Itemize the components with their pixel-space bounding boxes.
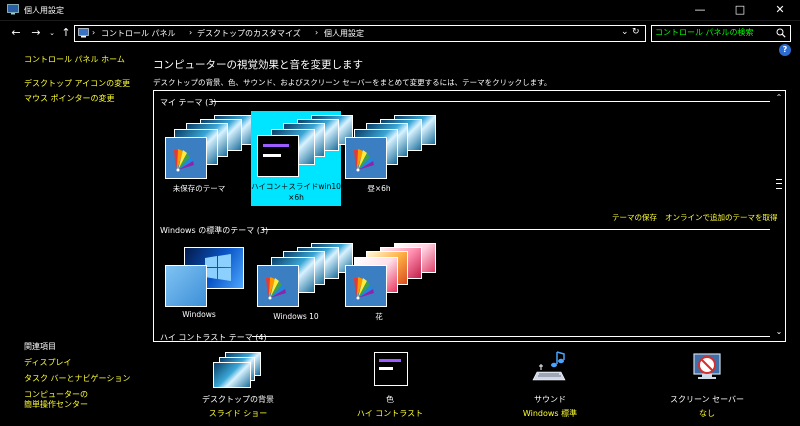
desktop-background-setting[interactable]: デスクトップの背景 スライド ショー (183, 350, 293, 420)
search-input[interactable] (655, 27, 771, 38)
sidebar-link-taskbar[interactable]: タスク バーとナビゲーション (24, 373, 130, 384)
breadcrumb-separator-icon: › (189, 28, 193, 37)
close-button[interactable]: ✕ (760, 2, 800, 18)
theme-name-line2: ×6h (288, 193, 304, 202)
breadcrumb-desktop-customize[interactable]: デスクトップのカスタマイズ (197, 28, 301, 39)
group-label-windows-default-themes: Windows の標準のテーマ (3) (160, 226, 269, 235)
screensaver-icon (693, 353, 721, 379)
address-bar[interactable]: › コントロール パネル › デスクトップのカスタマイズ › 個人用設定 ⌄ ↻ (74, 25, 646, 42)
themes-scrollbar[interactable]: ⌃ ⌄ (774, 91, 784, 339)
scroll-down-arrow-icon[interactable]: ⌄ (774, 327, 784, 337)
color-value[interactable]: ハイ コントラスト (335, 408, 445, 419)
group-divider (262, 229, 770, 230)
group-divider (212, 101, 770, 102)
up-arrow-icon[interactable]: ↑ (58, 25, 74, 41)
theme-name: 未保存のテーマ (172, 184, 226, 193)
group-divider (252, 336, 770, 337)
screensaver-setting[interactable]: スクリーン セーバー なし (652, 350, 762, 420)
windows-color-swatch (165, 265, 207, 307)
sound-setting[interactable]: サウンド Windows 標準 (495, 350, 605, 420)
theme-name: 昼×6h (367, 184, 391, 193)
scroll-up-arrow-icon[interactable]: ⌃ (774, 93, 784, 103)
color-fan-icon (257, 265, 299, 307)
sound-value[interactable]: Windows 標準 (495, 408, 605, 419)
sound-icon (532, 351, 566, 381)
desktop-background-icon (211, 352, 263, 388)
scroll-thumb[interactable] (776, 179, 782, 189)
themes-list[interactable]: マイ テーマ (3) 未保存のテーマ ハイコン＋スライドwin10 ×6h 昼×… (153, 90, 786, 342)
screensaver-value[interactable]: なし (652, 408, 762, 419)
sound-label: サウンド (534, 395, 566, 404)
back-arrow-icon[interactable]: ← (8, 25, 24, 41)
theme-name: ハイコン＋スライドwin10 (251, 182, 341, 191)
dropdown-chevron-icon[interactable]: ⌄ (621, 27, 629, 37)
get-more-themes-online-link[interactable]: オンラインで追加のテーマを取得 (665, 212, 778, 223)
maximize-button[interactable]: □ (720, 2, 760, 18)
title-bar: 個人用設定 — □ ✕ (0, 0, 800, 21)
group-label-high-contrast-themes: ハイ コントラスト テーマ (4) (160, 333, 267, 342)
save-theme-link[interactable]: テーマの保存 (612, 212, 657, 223)
personalization-app-icon (7, 4, 19, 15)
sidebar-related-title: 関連項目 (24, 342, 56, 351)
refresh-icon[interactable]: ↻ (632, 27, 640, 37)
color-setting[interactable]: 色 ハイ コントラスト (335, 350, 445, 420)
color-fan-icon (165, 137, 207, 179)
window-title: 個人用設定 (24, 6, 64, 15)
sidebar-link-ease-of-access-line2[interactable]: 簡単操作センター (24, 399, 88, 410)
desktop-background-value[interactable]: スライド ショー (183, 408, 293, 419)
forward-arrow-icon[interactable]: → (28, 25, 44, 41)
search-box[interactable] (651, 25, 791, 42)
control-panel-icon (78, 28, 89, 38)
color-label: 色 (386, 395, 394, 404)
search-icon[interactable] (776, 28, 786, 38)
navigation-bar: ← → ⌄ ↑ › コントロール パネル › デスクトップのカスタマイズ › 個… (0, 22, 800, 44)
screensaver-label: スクリーン セーバー (669, 395, 745, 404)
color-icon (374, 352, 408, 386)
help-icon[interactable]: ? (779, 44, 791, 56)
breadcrumb-separator-icon: › (315, 28, 319, 37)
theme-name: Windows (182, 310, 216, 319)
group-label-my-themes: マイ テーマ (3) (160, 98, 217, 107)
page-description: デスクトップの背景、色、サウンド、およびスクリーン セーバーをまとめて変更するに… (153, 78, 552, 87)
high-contrast-color-icon (257, 135, 299, 177)
theme-item-flowers[interactable]: 花 (334, 239, 436, 334)
breadcrumb-separator-icon: › (92, 28, 96, 37)
minimize-button[interactable]: — (680, 2, 720, 18)
color-fan-icon (345, 265, 387, 307)
theme-item-highcontrast-slide-selected[interactable]: ハイコン＋スライドwin10 ×6h (251, 111, 353, 206)
theme-name: Windows 10 (273, 312, 319, 321)
theme-item-windows[interactable]: Windows (154, 239, 244, 334)
theme-item-unsaved[interactable]: 未保存のテーマ (154, 111, 256, 206)
theme-item-windows-10[interactable]: Windows 10 (251, 239, 353, 334)
theme-item-day-6h[interactable]: 昼×6h (334, 111, 436, 206)
breadcrumb-personalization[interactable]: 個人用設定 (324, 28, 364, 39)
desktop-background-label: デスクトップの背景 (202, 395, 274, 404)
theme-name: 花 (375, 312, 383, 321)
breadcrumb-control-panel[interactable]: コントロール パネル (101, 28, 176, 39)
sidebar-link-display[interactable]: ディスプレイ (24, 357, 71, 368)
sidebar-link-desktop-icons[interactable]: デスクトップ アイコンの変更 (24, 78, 130, 89)
sidebar-link-control-panel-home[interactable]: コントロール パネル ホーム (24, 54, 125, 65)
sidebar-link-mouse-pointer[interactable]: マウス ポインターの変更 (24, 93, 115, 104)
color-fan-icon (345, 137, 387, 179)
page-title: コンピューターの視覚効果と音を変更します (153, 59, 363, 71)
